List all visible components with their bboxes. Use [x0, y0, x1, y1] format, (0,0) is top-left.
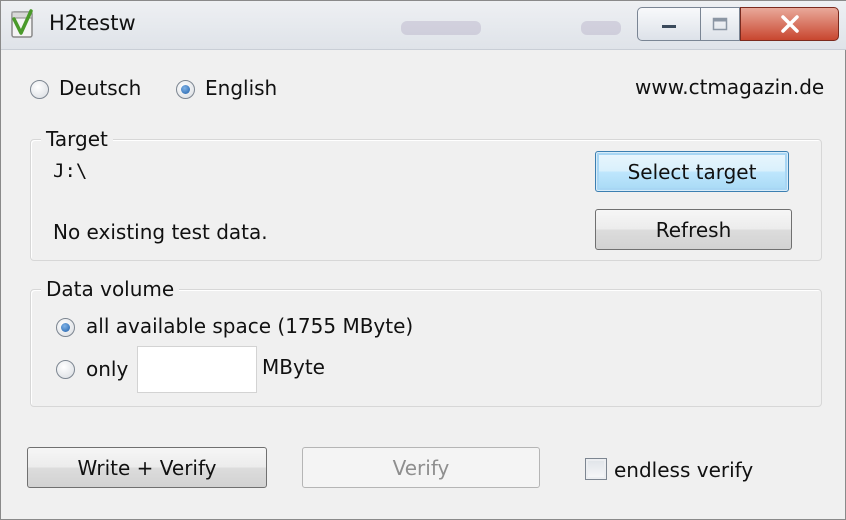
- close-button[interactable]: [740, 7, 839, 41]
- website-link: www.ctmagazin.de: [635, 75, 825, 99]
- maximize-button[interactable]: [700, 7, 740, 41]
- minimize-button[interactable]: [637, 7, 701, 41]
- test-data-status: No existing test data.: [53, 220, 268, 244]
- close-icon: [780, 15, 799, 33]
- only-radio[interactable]: [56, 360, 75, 379]
- all-space-label[interactable]: all available space (1755 MByte): [86, 314, 413, 338]
- refresh-button[interactable]: Refresh: [595, 209, 792, 250]
- select-target-button[interactable]: Select target: [595, 151, 789, 192]
- deutsch-radio[interactable]: [30, 80, 49, 99]
- endless-verify-checkbox[interactable]: [585, 458, 607, 480]
- write-verify-button[interactable]: Write + Verify: [27, 447, 267, 488]
- minimize-icon: [662, 25, 676, 28]
- english-radio[interactable]: [176, 80, 195, 99]
- deutsch-label[interactable]: Deutsch: [59, 76, 141, 100]
- mbyte-unit-label: MByte: [262, 355, 325, 379]
- title-bar[interactable]: H2testw: [1, 1, 846, 50]
- client-area: Deutsch English www.ctmagazin.de Target …: [9, 57, 839, 513]
- only-label[interactable]: only: [86, 357, 128, 381]
- target-group-title: Target: [41, 127, 113, 151]
- english-label[interactable]: English: [205, 76, 277, 100]
- all-space-radio[interactable]: [56, 318, 75, 337]
- window-title: H2testw: [49, 11, 136, 35]
- app-logo-icon: [11, 9, 33, 38]
- maximize-icon: [712, 17, 728, 31]
- background-blur: [581, 21, 621, 35]
- app-window: H2testw Deutsch English www.ctmagazin.de: [0, 0, 846, 520]
- background-blur: [401, 21, 481, 35]
- target-path: J:\: [53, 160, 88, 182]
- data-volume-group-title: Data volume: [41, 277, 180, 301]
- verify-button[interactable]: Verify: [302, 447, 540, 488]
- endless-verify-label[interactable]: endless verify: [614, 458, 753, 482]
- mbyte-input[interactable]: [137, 346, 257, 393]
